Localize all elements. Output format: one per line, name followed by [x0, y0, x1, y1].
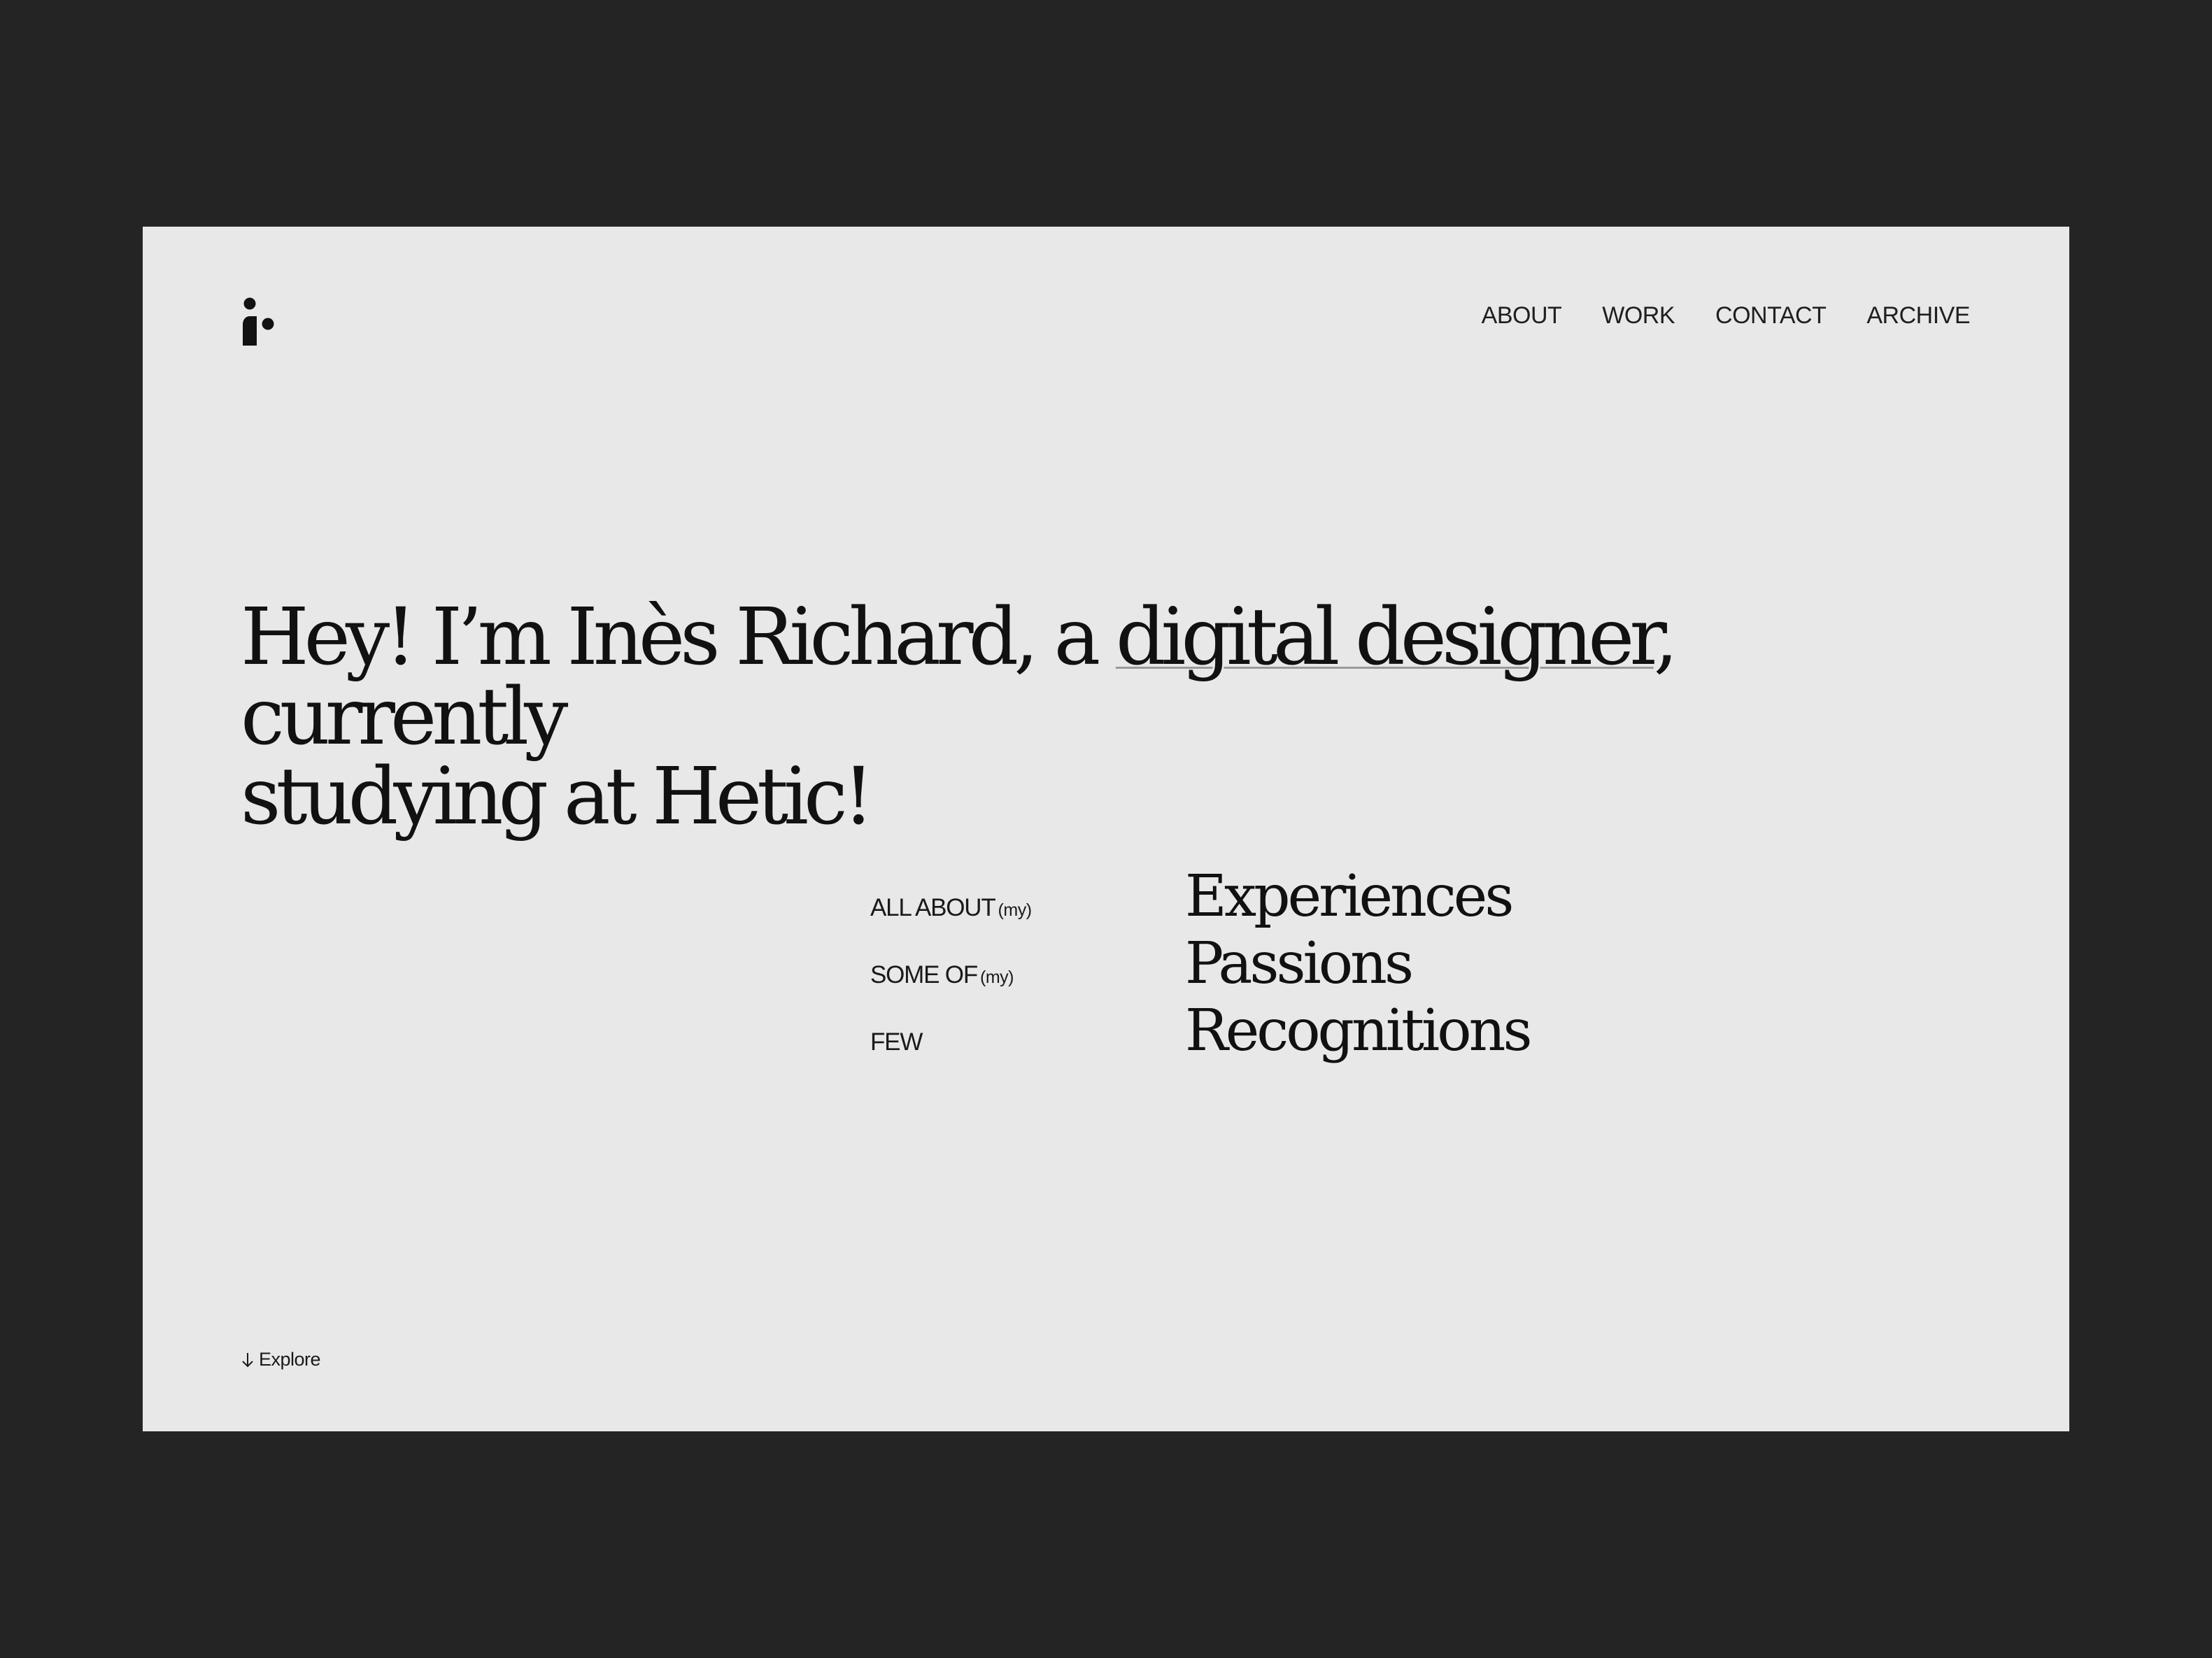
nav-about[interactable]: ABOUT	[1482, 304, 1562, 327]
about-list: ALL ABOUT (my) Experiences SOME OF (my) Pa…	[870, 863, 1533, 1065]
digital-designer-link[interactable]: digital designer	[1116, 592, 1659, 683]
logo[interactable]	[241, 297, 274, 347]
list-label-qualifier: (my)	[998, 900, 1032, 920]
list-label: FEW	[870, 1028, 1185, 1056]
experiences-link[interactable]: Experiences	[1185, 863, 1514, 930]
nav-archive[interactable]: ARCHIVE	[1866, 304, 1970, 327]
list-row-passions: SOME OF (my) Passions	[870, 930, 1530, 998]
recognitions-link[interactable]: Recognitions	[1185, 998, 1533, 1064]
nav-work[interactable]: WORK	[1602, 304, 1675, 327]
main-nav: ABOUT WORK CONTACT ARCHIVE	[1482, 304, 1971, 327]
list-row-experiences: ALL ABOUT (my) Experiences	[870, 863, 1530, 930]
explore-label: Explore	[259, 1349, 321, 1370]
list-label: ALL ABOUT (my)	[870, 894, 1185, 922]
hero-line2: studying at Hetic!	[241, 751, 874, 842]
explore-button[interactable]: Explore	[241, 1349, 321, 1370]
list-label-qualifier: (my)	[980, 968, 1014, 987]
list-label-text: ALL ABOUT	[870, 894, 996, 921]
page-canvas: ABOUT WORK CONTACT ARCHIVE Hey! I’m Inès…	[143, 227, 2069, 1431]
list-label-text: FEW	[870, 1028, 923, 1056]
hero-line1-prefix: Hey! I’m Inès Richard, a	[241, 592, 1116, 683]
nav-contact[interactable]: CONTACT	[1715, 304, 1827, 327]
arrow-down-icon	[241, 1351, 255, 1369]
i-dot-logo-icon	[243, 297, 274, 346]
list-label-text: SOME OF	[870, 961, 978, 989]
hero-headline: Hey! I’m Inès Richard, a digital designe…	[241, 597, 1850, 837]
list-row-recognitions: FEW Recognitions	[870, 998, 1533, 1065]
passions-link[interactable]: Passions	[1185, 930, 1414, 997]
list-label: SOME OF (my)	[870, 961, 1185, 989]
